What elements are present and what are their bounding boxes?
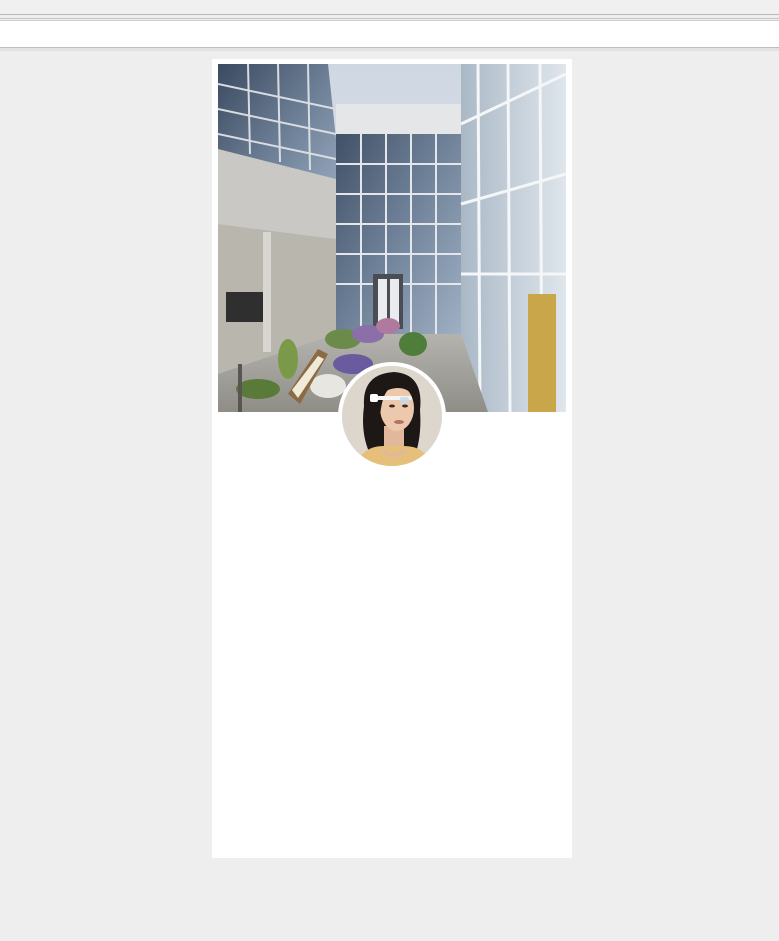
window-divider bbox=[0, 18, 779, 19]
toolbar-shadow bbox=[0, 48, 779, 51]
avatar[interactable] bbox=[342, 366, 442, 466]
avatar-ring bbox=[338, 362, 446, 470]
cover-photo[interactable] bbox=[218, 64, 566, 412]
profile-card bbox=[212, 59, 572, 858]
window-top-strip bbox=[0, 0, 779, 15]
toolbar bbox=[0, 20, 779, 48]
